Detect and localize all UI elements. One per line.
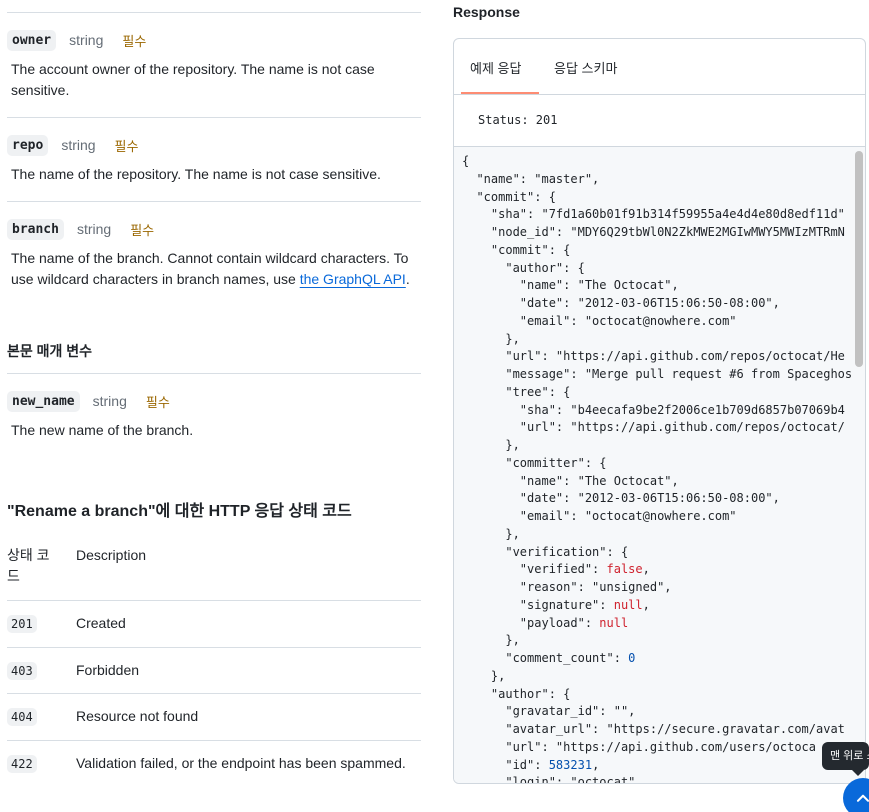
json-line: "commit": { [462, 189, 556, 204]
json-line: "gravatar_id": "", [462, 704, 636, 719]
json-line: "author": { [462, 686, 571, 701]
divider [7, 693, 421, 694]
status-description: Forbidden [76, 662, 140, 678]
body-params-heading: 본문 매개 변수 [7, 343, 93, 359]
divider [7, 647, 421, 648]
param-type: string [92, 393, 127, 409]
status-code-badge: 404 [7, 708, 37, 726]
param-description: The account owner of the repository. The… [11, 61, 375, 98]
param-owner: owner string 필수 [7, 28, 146, 52]
col-header-description: Description [76, 547, 147, 563]
param-repo: repo string 필수 [7, 133, 138, 157]
json-line: }, [462, 438, 520, 452]
json-line: "committer": { [462, 455, 607, 470]
param-branch: branch string 필수 [7, 217, 154, 241]
param-type: string [76, 221, 112, 237]
divider [7, 600, 421, 601]
json-line: "login": "octocat" [462, 775, 636, 784]
json-line: "name": "master", [462, 171, 600, 186]
desc-text: . [405, 271, 410, 287]
param-name: branch [7, 218, 64, 240]
json-line: "verification": { [462, 544, 629, 559]
json-line: "signature": null, [462, 597, 650, 612]
json-line: "sha": "b4eecafa9be2f2006ce1b709d6857b07… [462, 402, 845, 417]
json-line: "date": "2012-03-06T15:06:50-08:00", [462, 491, 780, 506]
tooltip-arrow [852, 770, 864, 776]
json-line: "avatar_url": "https://secure.gravatar.c… [462, 722, 845, 736]
json-line: "email": "octocat@nowhere.com" [462, 509, 737, 523]
back-to-top-tooltip: 맨 위로 스 [822, 742, 869, 770]
json-line: "node_id": "MDY6Q29tbWl0N2ZkMWE2MGIwMWY5… [462, 225, 845, 239]
status-description: Validation failed, or the endpoint has b… [76, 755, 406, 771]
json-line: "author": { [462, 260, 585, 275]
param-name: new_name [7, 390, 80, 412]
json-line: "payload": null [462, 615, 629, 630]
col-header-status: 상태 코드 [7, 547, 50, 584]
status-code-badge: 201 [7, 615, 37, 633]
status-code-badge: 403 [7, 662, 37, 680]
graphql-api-link[interactable]: the GraphQL API [300, 271, 406, 287]
active-tab-indicator [461, 92, 539, 94]
status-description: Resource not found [76, 708, 199, 724]
param-name: repo [7, 134, 49, 156]
json-line: "date": "2012-03-06T15:06:50-08:00", [462, 296, 780, 310]
param-description: The name of the repository. The name is … [11, 166, 381, 182]
status-description: Created [76, 615, 126, 631]
json-line: "reason": "unsigned", [462, 580, 672, 594]
status-codes-heading: "Rename a branch"에 대한 HTTP 응답 상태 코드 [7, 503, 352, 520]
param-description: The new name of the branch. [11, 422, 194, 438]
json-line: "commit": { [462, 242, 571, 257]
param-type: string [69, 32, 104, 48]
tab-response-schema[interactable]: 응답 스키마 [554, 58, 617, 77]
param-description: The name of the branch. Cannot contain w… [11, 248, 416, 290]
json-line: { [462, 154, 470, 168]
param-required: 필수 [130, 222, 155, 238]
json-line: "name": "The Octocat", [462, 278, 679, 293]
json-line: "sha": "7fd1a60b01f91b314f59955a4e4d4e80… [462, 207, 845, 222]
json-line: "comment_count": 0 [462, 651, 636, 665]
json-line: "message": "Merge pull request #6 from S… [462, 367, 853, 381]
scrollbar-thumb[interactable] [855, 151, 863, 367]
chevron-up-icon [856, 794, 869, 802]
json-code-block[interactable]: { "name": "master", "commit": { "sha": "… [454, 147, 865, 784]
divider [7, 373, 421, 374]
param-name: owner [7, 29, 57, 51]
divider [7, 740, 421, 741]
json-line: "url": "https://api.github.com/repos/oct… [462, 420, 845, 435]
param-required: 필수 [145, 394, 170, 410]
json-line: "url": "https://api.github.com/users/oct… [462, 739, 817, 754]
response-status: Status: 201 [478, 113, 558, 127]
json-line: }, [462, 526, 520, 541]
divider [7, 201, 421, 202]
json-line: "url": "https://api.github.com/repos/oct… [462, 349, 845, 364]
parameters-column: owner string 필수 The account owner of the… [0, 0, 430, 812]
param-required: 필수 [114, 138, 139, 154]
json-line: }, [462, 633, 520, 648]
response-panel: 예제 응답 응답 스키마 Status: 201 { "name": "mast… [453, 38, 866, 784]
divider [7, 117, 421, 118]
param-required: 필수 [122, 33, 147, 49]
divider [7, 12, 421, 13]
json-line: }, [462, 331, 520, 346]
status-code-badge: 422 [7, 755, 37, 773]
response-title: Response [453, 4, 520, 20]
json-line: "id": 583231, [462, 757, 600, 772]
json-line: }, [462, 668, 506, 683]
param-new-name: new_name string 필수 [7, 389, 170, 413]
json-line: "verified": false, [462, 562, 650, 577]
param-type: string [61, 137, 96, 153]
tab-example-response[interactable]: 예제 응답 [470, 58, 521, 77]
json-content: { "name": "master", "commit": { "sha": "… [462, 153, 853, 784]
response-tabs: 예제 응답 응답 스키마 [454, 39, 865, 95]
json-line: "name": "The Octocat", [462, 473, 679, 488]
json-line: "tree": { [462, 384, 571, 399]
json-line: "email": "octocat@nowhere.com" [462, 313, 737, 328]
